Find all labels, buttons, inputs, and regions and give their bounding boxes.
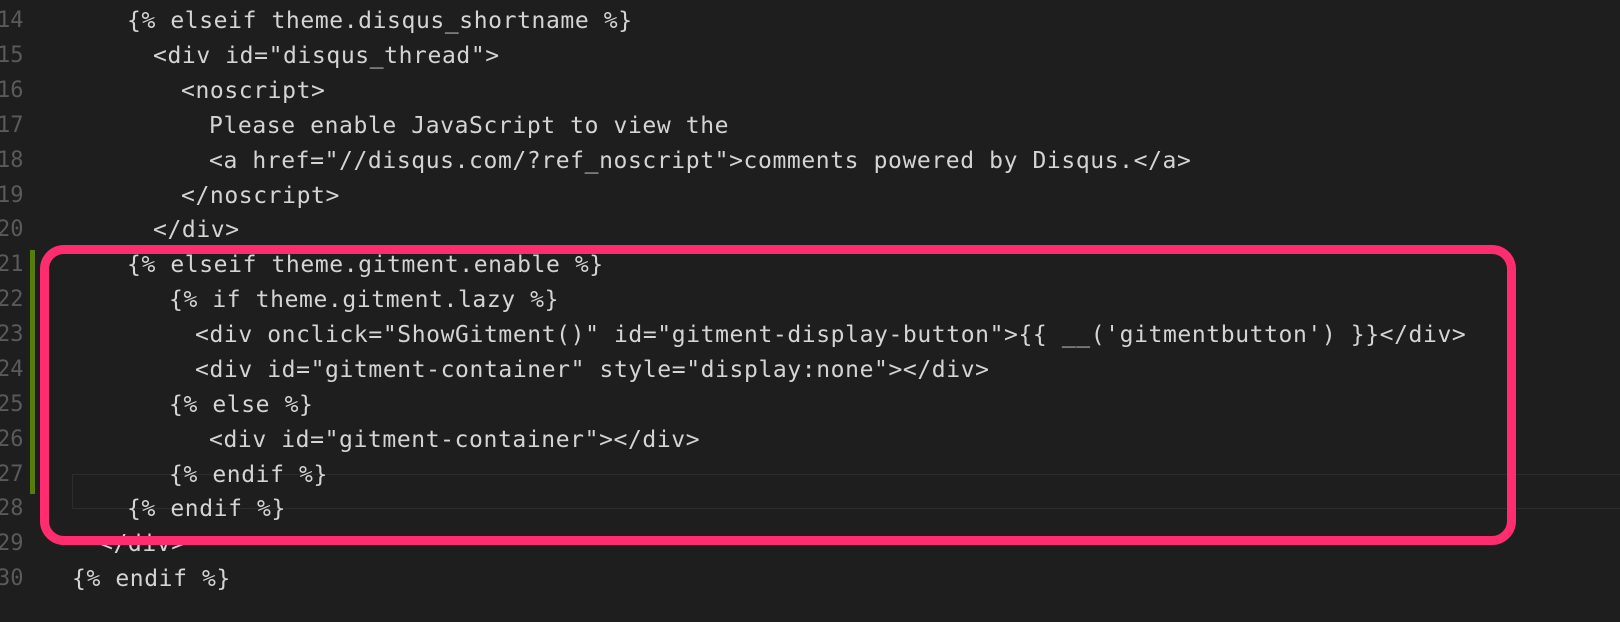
code-text[interactable]: </div> [153,217,240,243]
code-text[interactable]: {% elseif theme.disqus_shortname %} [127,8,633,34]
line-number: 29 [0,531,24,556]
line-number: 14 [0,8,24,33]
code-text[interactable]: <a href="//disqus.com/?ref_noscript">com… [209,148,1191,174]
code-text[interactable]: <div id="disqus_thread"> [153,43,500,69]
code-line[interactable]: 19 </noscript> [0,179,1620,215]
line-number: 27 [0,462,24,487]
code-editor[interactable]: 14 {% elseif theme.disqus_shortname %} 1… [0,0,1620,622]
code-line[interactable]: 14 {% elseif theme.disqus_shortname %} [0,4,1620,40]
code-text[interactable]: </noscript> [181,183,340,209]
code-text[interactable]: <noscript> [181,78,325,104]
code-line[interactable]: 15 <div id="disqus_thread"> [0,39,1620,75]
code-text[interactable]: {% endif %} [72,566,231,592]
line-number: 24 [0,357,24,382]
code-line[interactable]: 18 <a href="//disqus.com/?ref_noscript">… [0,144,1620,180]
code-line[interactable]: 20 </div> [0,213,1620,249]
annotation-highlight-box [40,245,1516,545]
line-number: 19 [0,183,24,208]
line-number: 26 [0,427,24,452]
line-number: 16 [0,78,24,103]
line-number: 30 [0,566,24,591]
line-number: 18 [0,148,24,173]
code-line[interactable]: 16 <noscript> [0,74,1620,110]
line-number: 17 [0,113,24,138]
code-line[interactable]: 30 {% endif %} [0,562,1620,598]
line-number: 28 [0,496,24,521]
line-number: 15 [0,43,24,68]
code-text[interactable]: Please enable JavaScript to view the [209,113,729,139]
line-number: 20 [0,217,24,242]
line-number: 25 [0,392,24,417]
code-line[interactable]: 17 Please enable JavaScript to view the [0,109,1620,145]
line-number: 21 [0,252,24,277]
line-number: 23 [0,322,24,347]
line-number: 22 [0,287,24,312]
